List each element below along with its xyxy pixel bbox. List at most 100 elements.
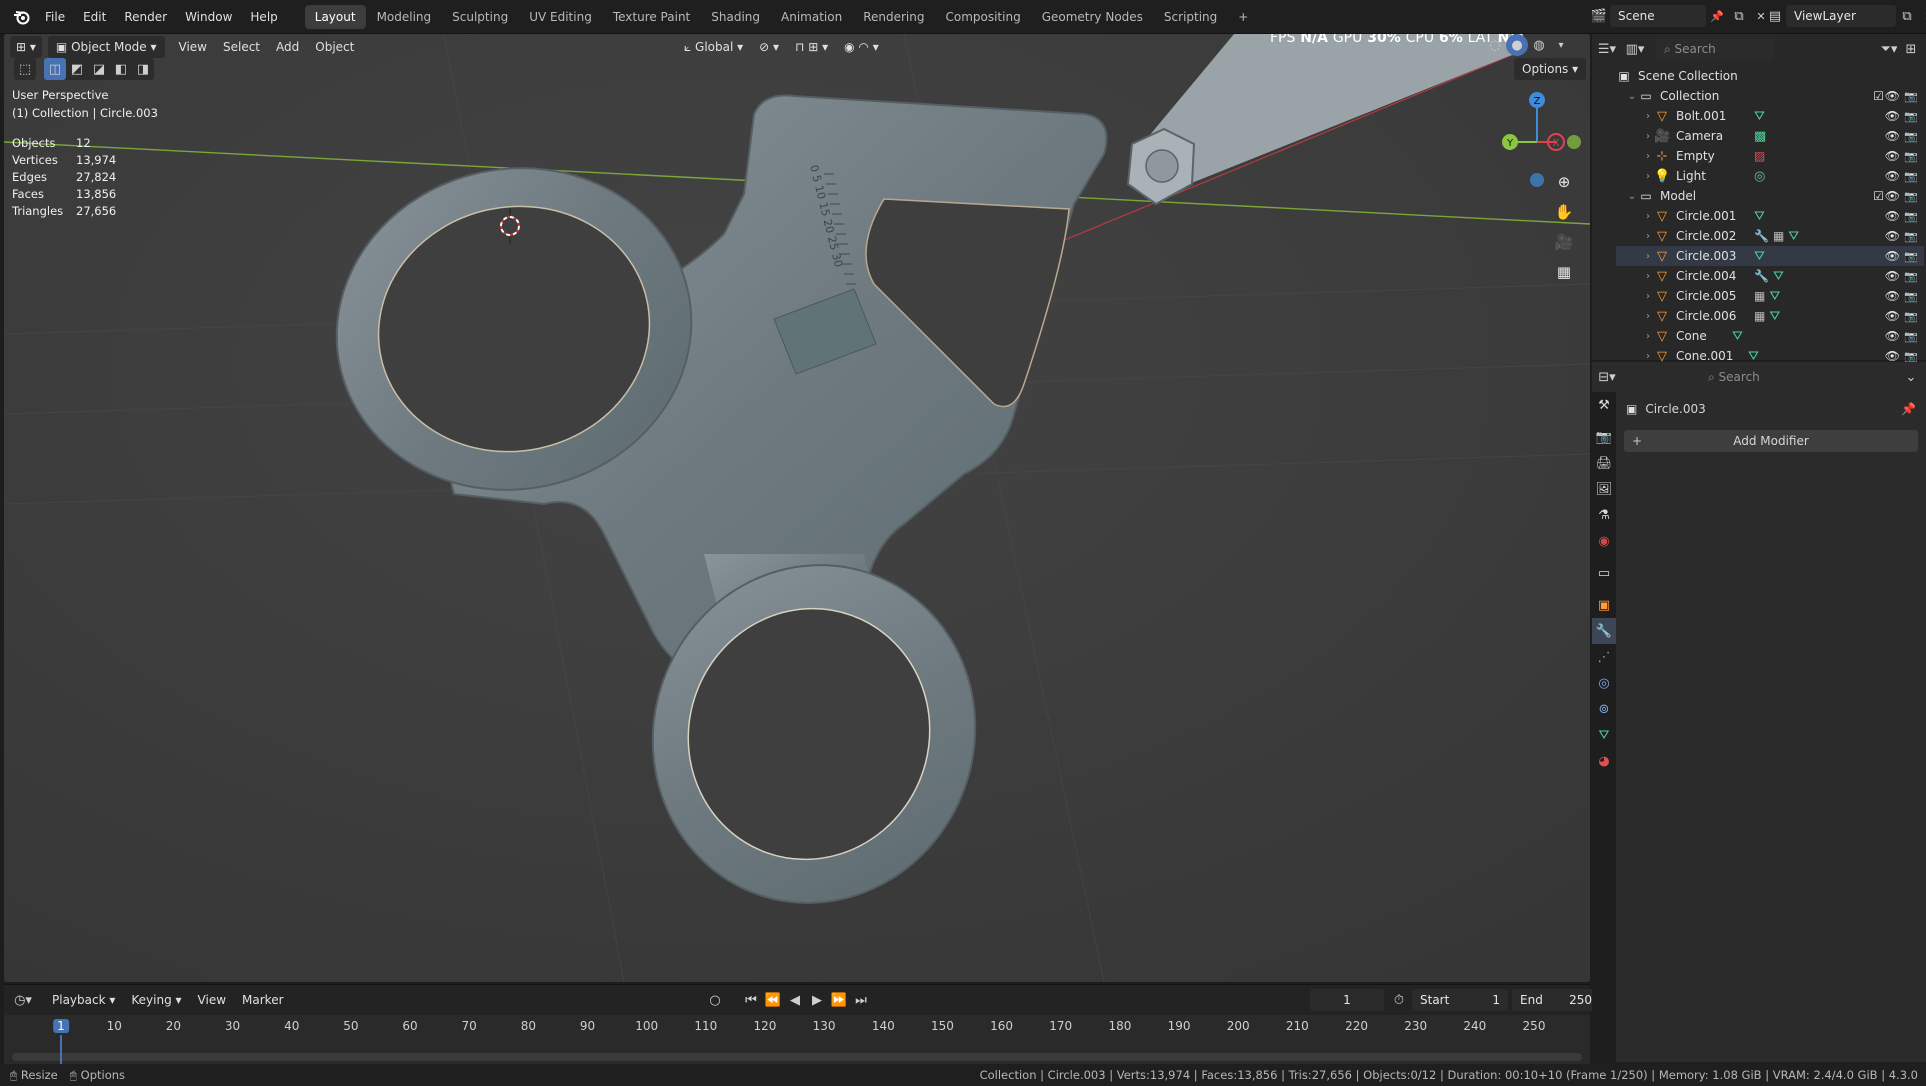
delete-view-layer-icon[interactable]: ✕ bbox=[1918, 5, 1926, 27]
chevron-right-icon[interactable]: › bbox=[1642, 231, 1654, 242]
zoom-icon[interactable]: ⊕ bbox=[1550, 168, 1578, 196]
chevron-right-icon[interactable]: › bbox=[1642, 291, 1654, 302]
view-layer-tab-icon[interactable]: 🖼 bbox=[1592, 476, 1616, 502]
tab-scripting[interactable]: Scripting bbox=[1154, 5, 1227, 29]
menu-window[interactable]: Window bbox=[176, 0, 241, 34]
scene-name-field[interactable]: Scene bbox=[1610, 5, 1706, 27]
chevron-right-icon[interactable]: › bbox=[1642, 331, 1654, 342]
menu-edit[interactable]: Edit bbox=[74, 0, 115, 34]
timeline-view-menu[interactable]: View bbox=[190, 989, 234, 1011]
extend-selection-icon[interactable]: ◩ bbox=[66, 58, 88, 80]
invert-selection-icon[interactable]: ◧ bbox=[110, 58, 132, 80]
snap-icon[interactable]: ⊓ ⊞ ▾ bbox=[787, 36, 836, 58]
camera-render-icon[interactable]: 📷 bbox=[1904, 170, 1918, 183]
select-box-tool-icon[interactable]: ⬚ bbox=[14, 58, 36, 80]
chevron-right-icon[interactable]: › bbox=[1642, 271, 1654, 282]
tab-geometry-nodes[interactable]: Geometry Nodes bbox=[1032, 5, 1153, 29]
mesh-data-icon[interactable]: ⛛ bbox=[1769, 309, 1780, 324]
tab-rendering[interactable]: Rendering bbox=[853, 5, 934, 29]
marker-menu[interactable]: Marker bbox=[234, 989, 291, 1011]
chevron-right-icon[interactable]: › bbox=[1642, 351, 1654, 362]
orientation-dropdown[interactable]: ⟀ Global ▾ bbox=[676, 36, 751, 58]
physics-tab-icon[interactable]: ◎ bbox=[1592, 670, 1616, 696]
camera-view-icon[interactable]: 🎥 bbox=[1550, 228, 1578, 256]
start-frame-field[interactable]: Start 1 bbox=[1412, 989, 1508, 1011]
jump-start-icon[interactable]: ⏮ bbox=[740, 989, 762, 1011]
outliner-item-circle-001[interactable]: › ▽ Circle.001 ⛛ 👁 📷 bbox=[1616, 206, 1924, 226]
render-tab-icon[interactable]: 📷 bbox=[1592, 424, 1616, 450]
output-tab-icon[interactable]: 🖨 bbox=[1592, 450, 1616, 476]
eye-icon[interactable]: 👁 bbox=[1885, 229, 1900, 243]
solid-shading-icon[interactable]: ● bbox=[1506, 34, 1528, 56]
scene-icon[interactable]: 🎬 bbox=[1588, 5, 1610, 27]
timeline-scrollbar[interactable] bbox=[12, 1053, 1582, 1061]
eye-icon[interactable]: 👁 bbox=[1885, 169, 1900, 183]
chevron-right-icon[interactable]: › bbox=[1642, 251, 1654, 262]
object-tab-icon[interactable]: ▣ bbox=[1592, 592, 1616, 618]
current-frame-field[interactable]: 1 bbox=[1310, 989, 1384, 1011]
outliner-search-input[interactable]: ⌕ Search bbox=[1656, 38, 1774, 60]
current-frame-indicator[interactable]: 1 bbox=[53, 1019, 69, 1033]
view-layer-field[interactable]: ViewLayer bbox=[1786, 5, 1896, 27]
chevron-right-icon[interactable]: › bbox=[1642, 131, 1654, 142]
data-tab-icon[interactable]: ⛛ bbox=[1592, 722, 1616, 748]
pan-hand-icon[interactable]: ✋ bbox=[1550, 198, 1578, 226]
collection-row[interactable]: ⌄ ▭ Collection ☑ 👁 📷 bbox=[1616, 86, 1924, 106]
prev-keyframe-icon[interactable]: ⏪ bbox=[762, 989, 784, 1011]
add-menu[interactable]: Add bbox=[268, 36, 307, 58]
outliner-item-empty[interactable]: › ⊹ Empty ▨ 👁 📷 bbox=[1616, 146, 1924, 166]
scene-tab-icon[interactable]: ⚗ bbox=[1592, 502, 1616, 528]
playback-menu[interactable]: Playback ▾ bbox=[44, 989, 123, 1011]
camera-data-icon[interactable]: ▩ bbox=[1754, 129, 1766, 144]
wireframe-shading-icon[interactable]: ◌ bbox=[1484, 34, 1506, 56]
chevron-down-icon[interactable]: ⌄ bbox=[1626, 191, 1638, 202]
properties-search-input[interactable]: ⌕ Search bbox=[1700, 366, 1818, 388]
eye-icon[interactable]: 👁 bbox=[1885, 189, 1900, 203]
tool-tab-icon[interactable]: ⚒ bbox=[1592, 392, 1616, 418]
set-selection-icon[interactable]: ◫ bbox=[44, 58, 66, 80]
playhead-line[interactable] bbox=[60, 1035, 62, 1065]
eye-icon[interactable]: 👁 bbox=[1885, 129, 1900, 143]
mesh-data-icon[interactable]: ⛛ bbox=[1754, 249, 1765, 264]
pivot-icon[interactable]: ⊘ ▾ bbox=[751, 36, 787, 58]
chevron-down-icon[interactable]: ⌄ bbox=[1626, 91, 1638, 102]
tab-layout[interactable]: Layout bbox=[304, 4, 366, 29]
eye-icon[interactable]: 👁 bbox=[1885, 269, 1900, 283]
mesh-data-icon[interactable]: ⛛ bbox=[1732, 329, 1743, 344]
eye-icon[interactable]: 👁 bbox=[1885, 89, 1900, 103]
auto-keying-icon[interactable]: ○ bbox=[704, 989, 726, 1011]
camera-render-icon[interactable]: 📷 bbox=[1904, 290, 1918, 303]
world-tab-icon[interactable]: ◉ bbox=[1592, 528, 1616, 554]
camera-render-icon[interactable]: 📷 bbox=[1904, 350, 1918, 363]
wrench-icon[interactable]: 🔧 bbox=[1754, 269, 1769, 283]
frame-ruler[interactable]: 1 10 20 30 40 50 60 70 80 90 100 110 120 130 140 150 160… bbox=[4, 1015, 1590, 1065]
outliner-item-camera[interactable]: › 🎥 Camera ▩ 👁 📷 bbox=[1616, 126, 1924, 146]
menu-help[interactable]: Help bbox=[241, 0, 286, 34]
add-modifier-button[interactable]: + Add Modifier bbox=[1624, 430, 1918, 452]
outliner-item-circle-006[interactable]: › ▽ Circle.006 ▦ ⛛ 👁 📷 bbox=[1616, 306, 1924, 326]
intersect-selection-icon[interactable]: ◨ bbox=[132, 58, 154, 80]
modifier-icon[interactable]: ▦ bbox=[1754, 289, 1765, 303]
outliner-item-cone[interactable]: › ▽ Cone ⛛ 👁 📷 bbox=[1616, 326, 1924, 346]
scene-collection-row[interactable]: ▣ Scene Collection bbox=[1616, 66, 1924, 86]
mesh-data-icon[interactable]: ⛛ bbox=[1754, 209, 1765, 224]
subtract-selection-icon[interactable]: ◪ bbox=[88, 58, 110, 80]
checkbox-icon[interactable]: ☑ bbox=[1873, 89, 1884, 103]
menu-render[interactable]: Render bbox=[115, 0, 176, 34]
camera-render-icon[interactable]: 📷 bbox=[1904, 210, 1918, 223]
outliner-item-circle-005[interactable]: › ▽ Circle.005 ▦ ⛛ 👁 📷 bbox=[1616, 286, 1924, 306]
new-collection-icon[interactable]: ⊞ bbox=[1900, 38, 1922, 60]
tab-modeling[interactable]: Modeling bbox=[367, 5, 442, 29]
add-workspace-button[interactable]: + bbox=[1228, 5, 1258, 29]
outliner-item-circle-004[interactable]: › ▽ Circle.004 🔧 ⛛ 👁 📷 bbox=[1616, 266, 1924, 286]
timeline-editor-icon[interactable]: ◷▾ bbox=[12, 989, 34, 1011]
tab-shading[interactable]: Shading bbox=[701, 5, 770, 29]
stopwatch-icon[interactable]: ⏱ bbox=[1388, 989, 1410, 1011]
chevron-down-icon[interactable]: ⌄ bbox=[1900, 366, 1922, 388]
ortho-grid-icon[interactable]: ▦ bbox=[1550, 258, 1578, 286]
checkbox-icon[interactable]: ☑ bbox=[1873, 189, 1884, 203]
editor-type-icon[interactable]: ⊞ ▾ bbox=[10, 36, 42, 58]
tab-animation[interactable]: Animation bbox=[771, 5, 852, 29]
view-menu[interactable]: View bbox=[171, 36, 215, 58]
material-tab-icon[interactable]: ◕ bbox=[1592, 748, 1616, 774]
